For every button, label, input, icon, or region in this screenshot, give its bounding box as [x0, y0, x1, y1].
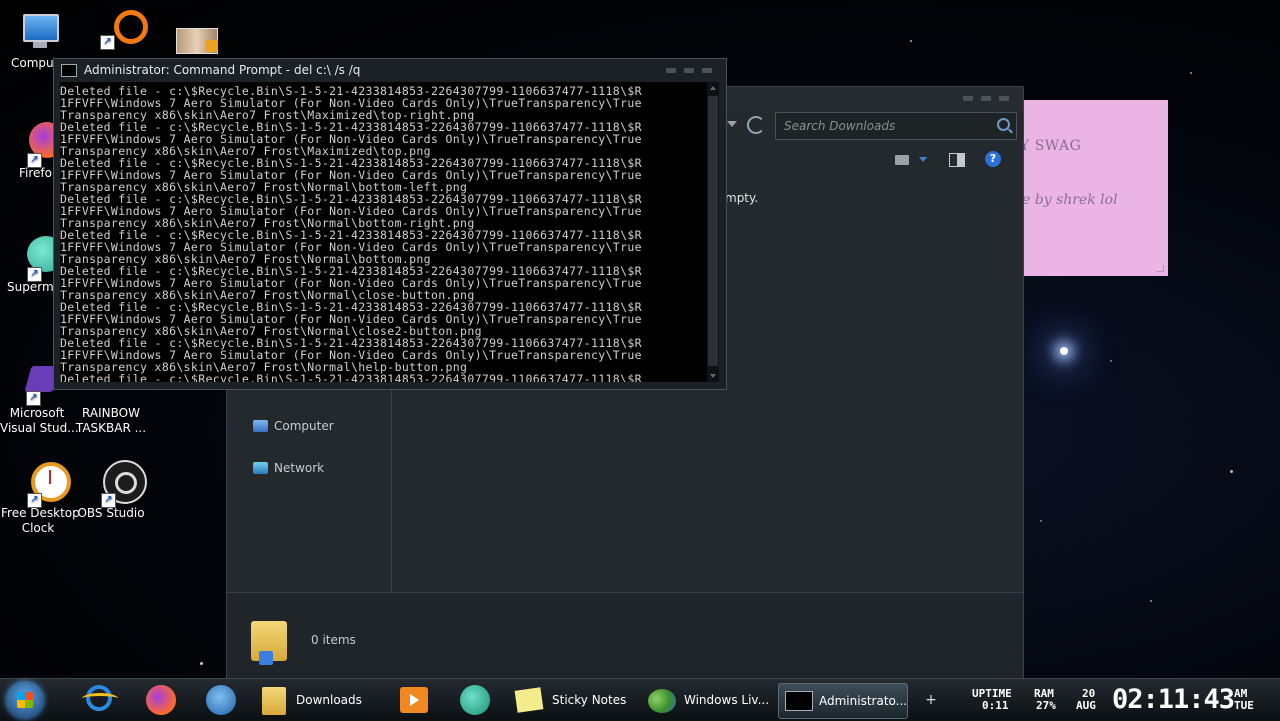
desktop-icon-video[interactable] [156, 18, 228, 56]
maximize-button[interactable] [981, 96, 991, 101]
video-file-icon [170, 18, 218, 54]
network-icon [253, 462, 268, 474]
clock-weekday: TUE [1234, 699, 1254, 712]
resize-grip-icon[interactable] [1157, 265, 1164, 272]
empty-folder-message: mpty. [725, 191, 759, 205]
ram-label: RAM [1034, 687, 1054, 700]
console-line: Deleted file - c:\$Recycle.Bin\S-1-5-21-… [60, 372, 642, 382]
clock-ampm: AM [1234, 687, 1248, 700]
desktop-icon-label: Microsoft Visual Stud... [0, 406, 79, 435]
refresh-icon[interactable] [747, 116, 765, 134]
uptime-label: UPTIME [972, 687, 1012, 700]
views-dropdown-icon[interactable] [919, 157, 927, 162]
scroll-down-icon[interactable] [710, 374, 716, 378]
cmd-title-bar[interactable]: Administrator: Command Prompt - del c:\ … [54, 59, 726, 81]
obs-icon: ↗ [89, 460, 147, 508]
uptime-value: 0:11 [982, 699, 1009, 712]
taskbar-button-administrator[interactable]: Administrato... [778, 683, 908, 719]
cmd-icon [785, 691, 813, 711]
sticky-note[interactable]: Y SWAG e by shrek lol [1024, 100, 1168, 276]
taskbar-button-windows-live[interactable]: Windows Liv... [644, 683, 770, 717]
taskbar-button-sticky-notes[interactable]: Sticky Notes [512, 683, 630, 717]
address-dropdown-icon[interactable] [727, 121, 737, 127]
command-prompt-window[interactable]: Administrator: Command Prompt - del c:\ … [53, 58, 727, 390]
close-button[interactable] [999, 96, 1009, 101]
date-month: AUG [1076, 699, 1096, 712]
messenger-icon[interactable] [458, 683, 490, 719]
clock-icon: ↗ [15, 460, 71, 508]
start-button[interactable] [6, 681, 44, 719]
cmd-icon [61, 64, 77, 77]
windows-media-center-icon[interactable] [204, 683, 236, 719]
desktop-icon-label: Free Desktop Clock [1, 506, 80, 535]
search-placeholder: Search Downloads [784, 119, 896, 133]
sticky-note-line-1: Y SWAG [1024, 138, 1082, 154]
desktop-icon-origin[interactable]: ↗ [80, 6, 152, 52]
clock-time[interactable]: 02:11:43 [1112, 685, 1235, 715]
origin-icon: ↗ [94, 6, 148, 50]
preview-pane-button[interactable] [949, 153, 965, 167]
scroll-thumb[interactable] [708, 96, 718, 366]
navigation-pane: Computer Network [227, 383, 392, 619]
ram-value: 27% [1036, 699, 1056, 712]
scroll-up-icon[interactable] [710, 86, 716, 90]
bright-star [1060, 347, 1068, 355]
desktop-icon-label: RAINBOW TASKBAR ... [75, 406, 147, 435]
show-hidden-icons-button[interactable]: + [924, 693, 938, 707]
desktop-icon-obs-studio[interactable]: ↗ OBS Studio [75, 460, 147, 521]
console-output[interactable]: Deleted file - c:\$Recycle.Bin\S-1-5-21-… [60, 82, 707, 382]
computer-icon [253, 420, 268, 432]
views-button[interactable] [895, 155, 909, 165]
minimize-button[interactable] [963, 96, 973, 101]
firefox-icon[interactable] [144, 683, 176, 719]
search-input[interactable]: Search Downloads [775, 112, 1017, 140]
search-icon[interactable] [997, 118, 1010, 131]
visual-studio-icon: ↗ [14, 360, 60, 406]
item-count: 0 items [311, 633, 356, 647]
desktop-icon-free-desktop-clock[interactable]: ↗ Free Desktop Clock [1, 460, 80, 536]
folder-icon [262, 687, 286, 715]
date-day: 20 [1082, 687, 1096, 700]
desktop-icon-label: OBS Studio [77, 506, 145, 520]
close-button[interactable] [702, 68, 712, 73]
media-player-icon[interactable] [398, 683, 430, 719]
internet-explorer-icon[interactable] [82, 683, 118, 719]
sticky-notes-icon [514, 687, 544, 713]
minimize-button[interactable] [666, 68, 676, 73]
folder-icon [251, 621, 287, 665]
details-pane: 0 items [227, 592, 1023, 678]
windows-logo-icon [17, 692, 33, 708]
nav-item-computer[interactable]: Computer [253, 419, 334, 433]
maximize-button[interactable] [684, 68, 694, 73]
cmd-scrollbar[interactable] [707, 82, 719, 382]
cmd-title: Administrator: Command Prompt - del c:\ … [84, 63, 361, 77]
sticky-note-line-2: e by shrek lol [1024, 192, 1118, 208]
nav-item-network[interactable]: Network [253, 461, 324, 475]
taskbar-button-downloads[interactable]: Downloads [256, 683, 374, 717]
taskbar: Downloads Sticky Notes Windows Liv... Ad… [0, 678, 1280, 721]
help-button[interactable]: ? [985, 151, 1001, 167]
windows-live-icon [648, 689, 676, 713]
computer-icon [17, 10, 61, 54]
